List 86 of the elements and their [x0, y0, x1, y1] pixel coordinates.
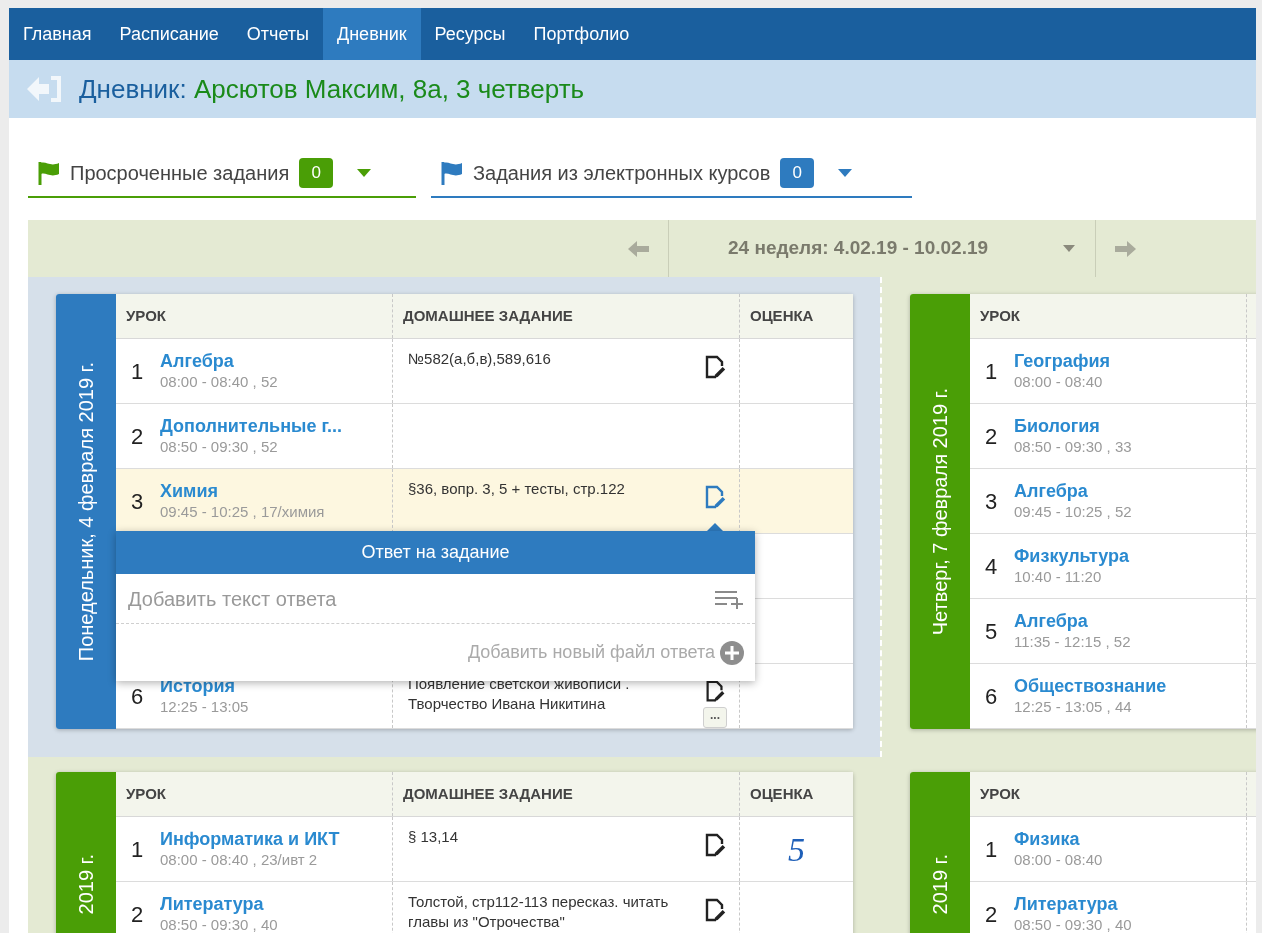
more-button[interactable]: ...	[703, 707, 727, 728]
column-header: УРОК	[979, 305, 1021, 326]
day-date: 2019 г.	[928, 854, 952, 915]
column-header: ОЦЕНКА	[739, 772, 853, 816]
nav-tab[interactable]: Отчеты	[232, 8, 323, 60]
subject-link[interactable]: География	[1014, 350, 1111, 372]
lesson-number: 4	[985, 552, 999, 581]
caret-icon	[838, 169, 853, 177]
count-badge: 0	[780, 158, 815, 188]
lesson-time: 08:50 - 09:30 , 40	[160, 915, 278, 933]
day-date: Четверг, 7 февраля 2019 г.	[928, 387, 952, 636]
add-text-icon[interactable]	[713, 588, 745, 609]
lesson-number: 2	[131, 900, 145, 929]
caret-icon	[1063, 245, 1075, 252]
lesson-time: 12:25 - 13:05 , 44	[1014, 697, 1133, 717]
column-header: УРОК	[125, 783, 167, 804]
column-header: ОЦЕНКА	[739, 294, 853, 338]
week-range-dropdown[interactable]: 24 неделя: 4.02.19 - 10.02.19	[669, 234, 1095, 263]
lesson-number: 1	[985, 835, 999, 864]
column-header: ДОМАШНЕЕ ЗАДАНИЕ	[392, 294, 739, 338]
subject-link[interactable]: Алгебра	[1014, 480, 1132, 502]
homework-text: § 13,14	[408, 827, 460, 847]
lesson-time: 08:50 - 09:30 , 33	[1014, 437, 1132, 457]
lesson-number: 6	[985, 682, 999, 711]
subject-link[interactable]: Физкультура	[1014, 545, 1130, 567]
subject-link[interactable]: Алгебра	[1014, 610, 1131, 632]
edit-document-icon[interactable]	[703, 833, 727, 858]
day-date: 2019 г.	[74, 854, 98, 915]
column-header: УРОК	[125, 305, 167, 326]
edit-document-icon[interactable]	[703, 355, 727, 380]
subject-link[interactable]: Литература	[1014, 893, 1132, 915]
lesson-number: 3	[985, 487, 999, 516]
column-header: УРОК	[979, 783, 1021, 804]
subject-link[interactable]: Физика	[1014, 828, 1103, 850]
lesson-time: 08:00 - 08:40	[1014, 850, 1103, 870]
popup-title: Ответ на задание	[116, 531, 755, 574]
nav-tab[interactable]: Главная	[9, 8, 106, 60]
lesson-number: 5	[985, 617, 999, 646]
column-header: ДОМАШНЕЕ ЗАДАНИЕ	[392, 772, 739, 816]
homework-text: §36, вопр. 3, 5 + тесты, стр.122	[408, 479, 626, 499]
add-icon[interactable]	[719, 639, 745, 666]
filter-dropdown[interactable]: Просроченные задания 0	[28, 150, 416, 198]
lesson-number: 1	[131, 357, 145, 386]
lesson-time: 09:45 - 10:25 , 52	[1014, 502, 1132, 522]
edit-document-icon[interactable]	[703, 898, 727, 923]
lesson-time: 12:25 - 13:05	[160, 697, 249, 717]
nav-tab[interactable]: Дневник	[323, 8, 421, 60]
lesson-time: 11:35 - 12:15 , 52	[1014, 632, 1131, 652]
nav-tab[interactable]: Портфолио	[519, 8, 644, 60]
grade: 5	[788, 829, 805, 870]
subject-link[interactable]: Обществознание	[1014, 675, 1167, 697]
count-badge: 0	[299, 158, 334, 188]
lesson-number: 2	[985, 422, 999, 451]
subject-link[interactable]: Информатика и ИКТ	[160, 828, 340, 850]
lesson-time: 08:00 - 08:40 , 23/ивт 2	[160, 850, 319, 870]
homework-text: №582(а,б,в),589,616	[408, 349, 552, 369]
subject-link[interactable]: Дополнительные г...	[160, 415, 343, 437]
flag-icon	[441, 161, 463, 185]
day-date: Понедельник, 4 февраля 2019 г.	[74, 361, 98, 662]
nav-tab[interactable]: Расписание	[105, 8, 233, 60]
nav-tab[interactable]: Ресурсы	[420, 8, 520, 60]
lesson-number: 3	[131, 487, 145, 516]
filter-label: Просроченные задания	[70, 161, 290, 186]
lesson-time: 08:50 - 09:30 , 40	[1014, 915, 1132, 933]
flag-icon	[38, 161, 60, 185]
answer-text-field[interactable]: Добавить текст ответа	[128, 583, 713, 614]
lesson-number: 1	[985, 357, 999, 386]
subject-link[interactable]: Химия	[160, 480, 325, 502]
lesson-number: 6	[131, 682, 145, 711]
lesson-number: 2	[131, 422, 145, 451]
filter-label: Задания из электронных курсов	[473, 161, 771, 186]
lesson-time: 08:00 - 08:40	[1014, 372, 1104, 392]
subject-link[interactable]: Биология	[1014, 415, 1132, 437]
filter-dropdown[interactable]: Задания из электронных курсов 0	[431, 150, 912, 198]
lesson-number: 2	[985, 900, 999, 929]
page-title: Дневник: Арсютов Максим, 8а, 3 четверть	[79, 72, 585, 106]
lesson-time: 09:45 - 10:25 , 17/химия	[160, 502, 325, 522]
lesson-time: 10:40 - 11:20	[1014, 567, 1103, 587]
subject-link[interactable]: Литература	[160, 893, 278, 915]
homework-text: Толстой, стр112-113 пересказ. читать главы из "Отрочества"	[408, 892, 670, 932]
lesson-time: 08:00 - 08:40 , 52	[160, 372, 278, 392]
lesson-time: 08:50 - 09:30 , 52	[160, 437, 279, 457]
lesson-number: 1	[131, 835, 145, 864]
subject-link[interactable]: Алгебра	[160, 350, 278, 372]
caret-icon	[357, 169, 372, 177]
homework-text: Появление светской живописи . Творчество Ивана Никитина	[408, 674, 631, 714]
